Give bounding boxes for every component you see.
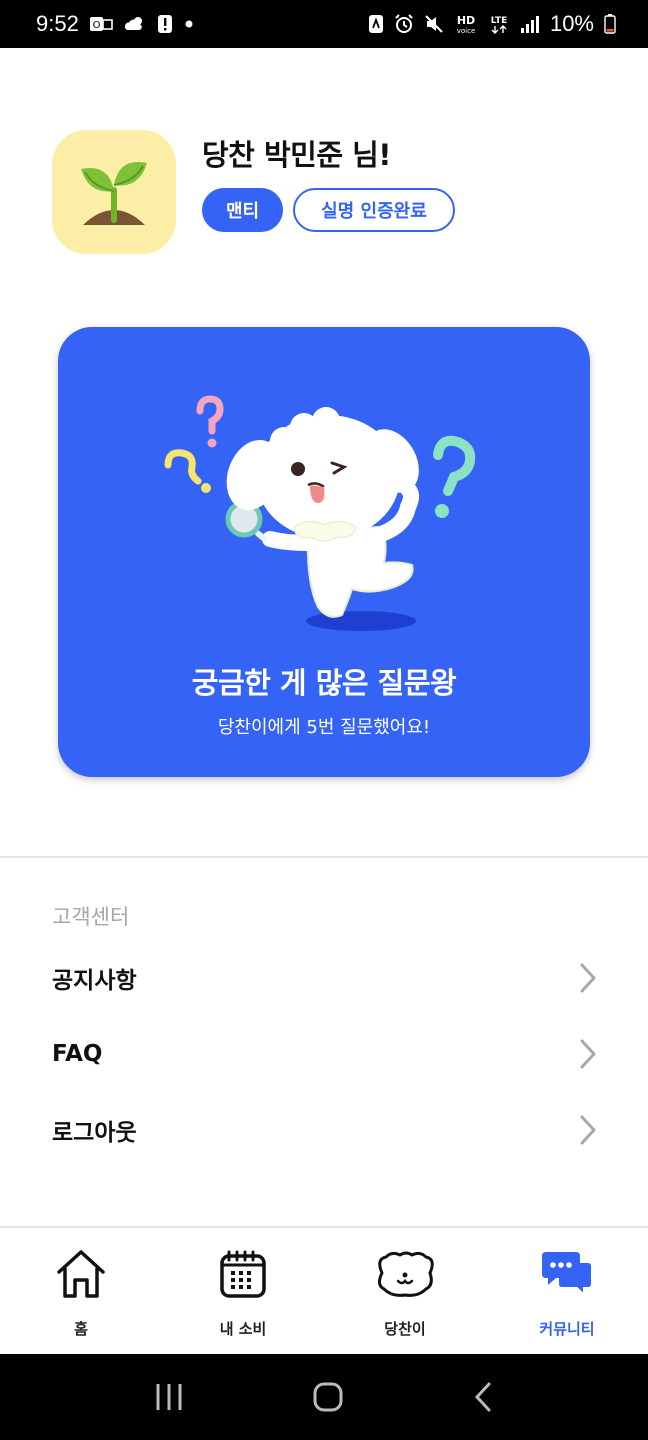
nav-dangchan-label: 당찬이 bbox=[384, 1320, 426, 1338]
svg-text:HD: HD bbox=[457, 14, 475, 27]
chevron-right-icon bbox=[580, 1039, 596, 1069]
nav-spending-label: 내 소비 bbox=[219, 1320, 267, 1338]
bottom-nav: 홈 내 소비 당찬이 커뮤니티 bbox=[0, 1228, 648, 1354]
recent-apps-icon[interactable] bbox=[154, 1382, 184, 1412]
hd-voice-icon: HD voice bbox=[454, 13, 478, 35]
dot-icon bbox=[183, 18, 195, 30]
nav-community-label: 커뮤니티 bbox=[539, 1320, 595, 1338]
alert-icon bbox=[157, 14, 173, 34]
verified-badge: 실명 인증완료 bbox=[293, 188, 455, 232]
signal-icon bbox=[520, 14, 540, 34]
menu-item-label: FAQ bbox=[52, 1041, 103, 1067]
menu-item-label: 공지사항 bbox=[52, 968, 137, 994]
battery-percent: 10% bbox=[549, 11, 594, 36]
system-navigation-bar bbox=[0, 1354, 648, 1440]
mute-icon bbox=[424, 14, 444, 34]
chat-bubbles-icon bbox=[542, 1252, 593, 1298]
battery-icon bbox=[604, 14, 616, 34]
customer-center-title: 고객센터 bbox=[52, 905, 130, 929]
cloudy-weather-icon bbox=[123, 15, 147, 33]
nav-home-label: 홈 bbox=[74, 1320, 88, 1338]
svg-text:voice: voice bbox=[457, 27, 476, 35]
lte-icon: LTE bbox=[488, 13, 510, 35]
home-icon bbox=[57, 1250, 105, 1298]
puppy-illustration bbox=[164, 395, 476, 631]
profile-header: 당찬 박민준 님! 맨티 실명 인증완료 bbox=[52, 130, 455, 254]
puppy-face-icon bbox=[377, 1251, 434, 1297]
card-subtitle: 당찬이에게 5번 질문했어요! bbox=[217, 717, 431, 738]
status-bar: 9:52 O HD voice LTE 10% bbox=[0, 0, 648, 48]
menu-item-label: 로그아웃 bbox=[52, 1120, 137, 1146]
outlook-icon: O bbox=[89, 15, 113, 33]
status-bar-left: 9:52 O bbox=[36, 11, 195, 37]
nav-dangchan[interactable]: 당찬이 bbox=[324, 1228, 486, 1354]
section-divider bbox=[0, 856, 648, 858]
nfc-icon bbox=[368, 14, 384, 34]
nav-community[interactable]: 커뮤니티 bbox=[486, 1228, 648, 1354]
back-icon[interactable] bbox=[472, 1381, 494, 1413]
menu-item-notice[interactable]: 공지사항 bbox=[0, 941, 648, 1015]
user-name: 당찬 박민준 님! bbox=[202, 138, 391, 172]
calendar-icon bbox=[220, 1250, 266, 1298]
menu-item-faq[interactable]: FAQ bbox=[0, 1017, 648, 1091]
svg-text:LTE: LTE bbox=[491, 16, 508, 26]
nav-home[interactable]: 홈 bbox=[0, 1228, 162, 1354]
chevron-right-icon bbox=[580, 1115, 596, 1145]
menu-item-logout[interactable]: 로그아웃 bbox=[0, 1093, 648, 1167]
sprout-icon bbox=[81, 161, 147, 225]
status-bar-right: HD voice LTE 10% bbox=[368, 11, 616, 37]
svg-text:O: O bbox=[92, 20, 100, 31]
status-time: 9:52 bbox=[36, 11, 79, 36]
card-title: 궁금한 게 많은 질문왕 bbox=[191, 666, 457, 700]
chevron-right-icon bbox=[580, 963, 596, 993]
home-button-icon[interactable] bbox=[312, 1381, 344, 1413]
alarm-icon bbox=[394, 14, 414, 34]
achievement-card[interactable]: 궁금한 게 많은 질문왕 당찬이에게 5번 질문했어요! bbox=[58, 327, 590, 777]
role-badge: 맨티 bbox=[202, 188, 284, 232]
avatar bbox=[52, 130, 176, 254]
nav-spending[interactable]: 내 소비 bbox=[162, 1228, 324, 1354]
